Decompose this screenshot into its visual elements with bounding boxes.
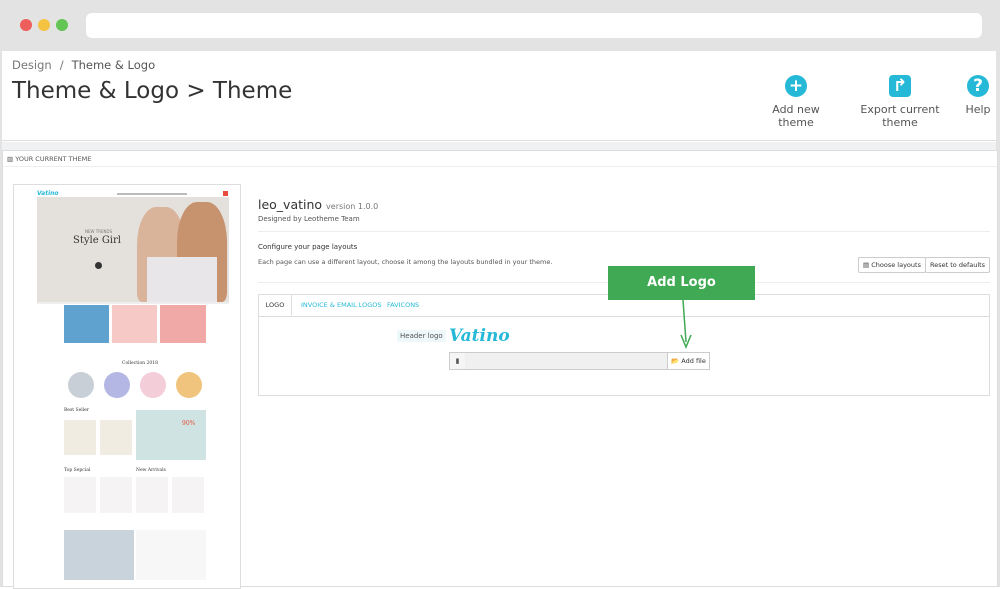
add-new-theme-button[interactable]: + Add new theme <box>754 75 838 129</box>
preview-hero-banner: NEW TRENDS Style Girl <box>37 197 229 302</box>
preview-model-shirts <box>147 257 217 302</box>
breadcrumb-separator: / <box>59 58 64 72</box>
theme-designed-by: Designed by Leotheme Team <box>258 215 360 223</box>
choose-layouts-label: Choose layouts <box>871 261 921 269</box>
reset-to-defaults-button[interactable]: Reset to defaults <box>925 257 991 273</box>
logo-file-input[interactable] <box>465 352 668 370</box>
add-file-button[interactable]: 📂 Add file <box>667 352 710 370</box>
browser-bar <box>0 0 1000 51</box>
theme-preview-image: Vatino NEW TRENDS Style Girl Collection … <box>13 184 241 589</box>
add-file-label: Add file <box>681 357 706 365</box>
breadcrumb: Design / Theme & Logo <box>12 58 155 72</box>
preview-sale-banner <box>136 410 206 460</box>
export-current-theme-label: Export current theme <box>860 103 940 129</box>
export-current-theme-button[interactable]: ↱ Export current theme <box>844 75 956 129</box>
theme-name: leo_vatino version 1.0.0 <box>258 197 378 212</box>
preview-collection-circle <box>104 372 130 398</box>
preview-collection-circle <box>68 372 94 398</box>
page-header: Design / Theme & Logo Theme & Logo > Theme… <box>2 51 996 141</box>
address-bar[interactable] <box>86 13 982 38</box>
preview-hero-button <box>95 262 102 269</box>
preview-category-tile <box>112 305 157 343</box>
file-icon: ▮ <box>449 352 466 370</box>
close-window-dot[interactable] <box>20 19 32 31</box>
preview-collection-circle <box>140 372 166 398</box>
minimize-window-dot[interactable] <box>38 19 50 31</box>
divider <box>258 231 990 232</box>
current-theme-panel: ▨ YOUR CURRENT THEME Vatino NEW TRENDS S… <box>2 150 998 589</box>
preview-product <box>136 477 168 513</box>
panel-heading-label: YOUR CURRENT THEME <box>15 155 92 163</box>
preview-new-arrivals: New Arrivals <box>136 468 166 473</box>
preview-product <box>172 477 204 513</box>
tab-logo[interactable]: LOGO <box>259 295 292 316</box>
share-icon: ↱ <box>889 75 911 97</box>
preview-best-seller: Best Seller <box>64 408 89 413</box>
preview-product <box>100 477 132 513</box>
preview-collection-title: Collection 2018 <box>122 361 158 366</box>
preview-hero-title: Style Girl <box>73 235 121 246</box>
choose-layouts-button[interactable]: ▤ Choose layouts <box>858 257 926 273</box>
preview-category-tile <box>64 305 109 343</box>
preview-lookbook-banner <box>64 530 134 580</box>
header-logo-label: Header logo <box>397 330 446 342</box>
theme-name-text: leo_vatino <box>258 197 323 212</box>
add-logo-callout: Add Logo <box>608 266 755 300</box>
preview-product <box>64 420 96 455</box>
folder-open-icon: 📂 <box>671 357 680 365</box>
panel-heading: ▨ YOUR CURRENT THEME <box>3 151 997 167</box>
help-button[interactable]: ? Help <box>962 75 994 116</box>
logo-tabs-box: LOGO INVOICE & EMAIL LOGOS FAVICONS Head… <box>258 294 990 396</box>
preview-category-tile <box>160 305 206 343</box>
tab-invoice-email-logos[interactable]: INVOICE & EMAIL LOGOS <box>301 295 382 316</box>
preview-logo: Vatino <box>37 190 59 197</box>
preview-divider <box>37 302 229 304</box>
header-logo-image: Vatino <box>449 326 510 346</box>
configure-layouts-description: Each page can use a different layout, ch… <box>258 258 553 266</box>
breadcrumb-current: Theme & Logo <box>71 58 156 72</box>
preview-cart-icon <box>223 191 228 196</box>
theme-shield-icon: ▨ <box>7 155 16 163</box>
file-icon: ▤ <box>863 261 870 269</box>
page-title: Theme & Logo > Theme <box>12 78 293 104</box>
tab-favicons[interactable]: FAVICONS <box>387 295 419 316</box>
preview-hero-small: NEW TRENDS <box>85 229 113 234</box>
preview-product <box>64 477 96 513</box>
preview-sale-text: 90% <box>182 420 196 427</box>
theme-version: version 1.0.0 <box>326 202 379 211</box>
question-circle-icon: ? <box>967 75 989 97</box>
configure-layouts-title: Configure your page layouts <box>258 243 358 251</box>
preview-menu <box>117 193 187 195</box>
preview-collection-circle <box>176 372 202 398</box>
preview-product <box>100 420 132 455</box>
help-label: Help <box>965 103 991 116</box>
add-new-theme-label: Add new theme <box>772 103 820 129</box>
plus-circle-icon: + <box>785 75 807 97</box>
preview-testimonial <box>136 530 206 580</box>
breadcrumb-design[interactable]: Design <box>12 58 52 72</box>
maximize-window-dot[interactable] <box>56 19 68 31</box>
preview-top-rated: Top Sepcial <box>64 468 91 473</box>
tabs-line <box>259 316 989 317</box>
